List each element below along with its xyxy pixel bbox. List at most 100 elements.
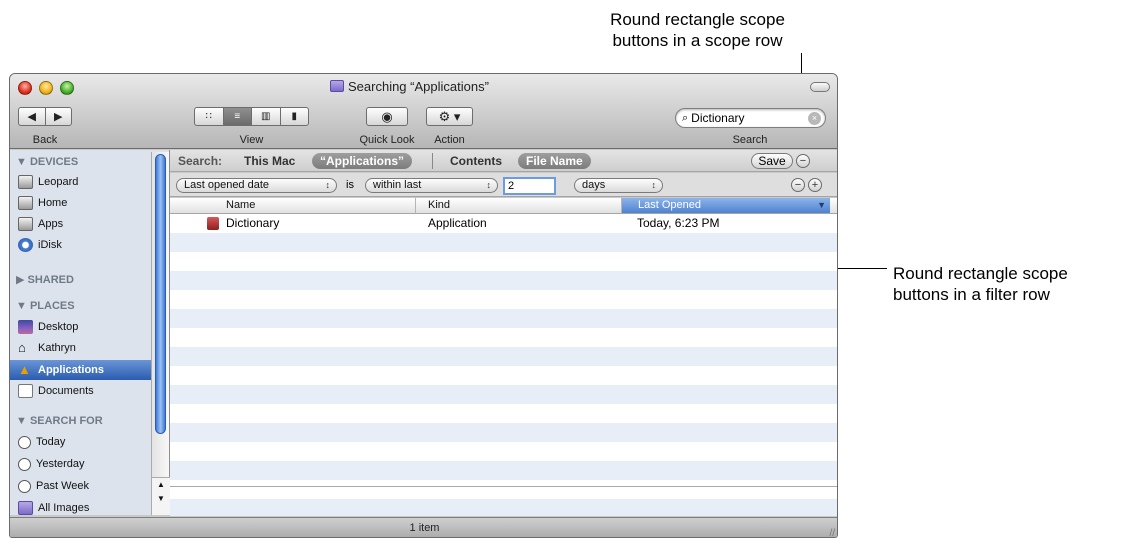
clock-icon — [18, 435, 31, 449]
back-button[interactable]: ◀ — [19, 108, 45, 125]
sidebar-item-applications[interactable]: ▲ Applications — [10, 360, 169, 380]
callout-text: Round rectangle scope — [893, 264, 1068, 283]
list-bottom-divider — [170, 486, 837, 487]
filter-row: Last opened date ↕ is within last ↕ 2 da… — [170, 173, 837, 197]
home-icon: ⌂ — [18, 340, 26, 355]
popup-arrows-icon: ↕ — [651, 180, 657, 190]
unit-value: days — [582, 179, 606, 191]
hard-disk-icon — [18, 217, 33, 231]
search-icon: ⌕ — [682, 111, 689, 124]
scroll-thumb[interactable] — [155, 154, 166, 434]
forward-button[interactable]: ▶ — [44, 108, 72, 125]
column-last-opened[interactable]: Last Opened ▼ — [622, 198, 830, 213]
sidebar-item-apps[interactable]: Apps — [18, 214, 163, 234]
column-divider — [415, 198, 416, 213]
idisk-icon — [18, 238, 33, 252]
sidebar-item-label: Kathryn — [38, 342, 76, 354]
scope-search-label: Search: — [178, 154, 223, 168]
status-bar: 1 item // — [10, 517, 837, 537]
sidebar-item-label: iDisk — [38, 239, 62, 251]
remove-scope-button[interactable]: − — [796, 154, 810, 168]
sidebar-item-label: All Images — [38, 502, 90, 514]
callout-text: Round rectangle scope — [610, 10, 785, 29]
scope-divider — [432, 153, 433, 169]
sidebar-header-shared[interactable]: ▶ SHARED — [16, 273, 74, 286]
scroll-up-arrow[interactable]: ▲ — [152, 478, 170, 492]
cell-kind: Application — [428, 216, 487, 230]
sidebar-header-places[interactable]: ▼ PLACES — [16, 300, 75, 312]
clock-icon — [18, 479, 31, 493]
finder-window: Searching “Applications” ◀ ▶ Back ∷ ≡ ▥ … — [9, 73, 838, 538]
minimize-button[interactable] — [39, 81, 53, 95]
sidebar-item-yesterday[interactable]: Yesterday — [18, 454, 163, 474]
remove-filter-button[interactable]: − — [791, 178, 805, 192]
item-count: 1 item — [409, 522, 440, 534]
column-last-opened-label: Last Opened — [638, 199, 701, 211]
zoom-button[interactable] — [60, 81, 74, 95]
scope-row: Search: This Mac “Applications” Contents… — [170, 150, 837, 172]
clock-icon — [18, 457, 31, 471]
coverflow-view-button[interactable]: ▮ — [279, 108, 309, 125]
table-row[interactable]: Dictionary Application Today, 6:23 PM — [170, 214, 837, 233]
sidebar-item-kathryn[interactable]: ⌂ Kathryn — [18, 338, 163, 358]
attribute-popup[interactable]: Last opened date ↕ — [176, 178, 337, 193]
sidebar-item-label: Apps — [38, 218, 64, 230]
scope-contents-button[interactable]: Contents — [450, 154, 502, 168]
column-name[interactable]: Name — [226, 198, 255, 213]
close-button[interactable] — [18, 81, 32, 95]
sidebar-scrollbar[interactable]: ▲ ▼ — [151, 152, 170, 515]
save-search-button[interactable]: Save — [751, 153, 793, 169]
sidebar: ▼ DEVICES Leopard Home Apps iDisk ▶ SHAR… — [10, 150, 170, 515]
icon-view-button[interactable]: ∷ — [195, 108, 223, 125]
scroll-down-arrow[interactable]: ▼ — [152, 492, 170, 506]
unit-popup[interactable]: days ↕ — [574, 178, 663, 193]
view-control: ∷ ≡ ▥ ▮ — [194, 107, 309, 126]
sidebar-item-leopard[interactable]: Leopard — [18, 172, 163, 192]
image-folder-icon — [18, 501, 33, 515]
action-label: Action — [434, 134, 465, 146]
sidebar-item-past-week[interactable]: Past Week — [18, 476, 163, 496]
results-list: Dictionary Application Today, 6:23 PM — [170, 214, 837, 516]
dictionary-app-icon — [207, 217, 219, 230]
cell-name: Dictionary — [226, 216, 280, 230]
filter-value-input[interactable]: 2 — [503, 177, 556, 195]
clear-search-icon[interactable]: × — [808, 112, 821, 125]
sidebar-item-desktop[interactable]: Desktop — [18, 317, 163, 337]
search-value: Dictionary — [691, 111, 745, 125]
scroll-arrows: ▲ ▼ — [152, 477, 170, 515]
sidebar-header-devices[interactable]: ▼ DEVICES — [16, 156, 78, 168]
applications-icon: ▲ — [18, 362, 31, 377]
desktop-icon — [18, 320, 33, 334]
document-icon — [18, 384, 33, 398]
sidebar-item-idisk[interactable]: iDisk — [18, 235, 163, 255]
resize-grip-icon[interactable]: // — [829, 524, 835, 537]
sidebar-item-label: Home — [38, 197, 68, 209]
window-title: Searching “Applications” — [330, 78, 489, 94]
operator-popup[interactable]: within last ↕ — [365, 178, 498, 193]
sidebar-item-home[interactable]: Home — [18, 193, 163, 213]
search-label: Search — [732, 134, 768, 146]
sidebar-item-label: Applications — [38, 364, 105, 376]
sidebar-item-today[interactable]: Today — [18, 432, 163, 452]
scope-applications-button[interactable]: “Applications” — [312, 153, 413, 169]
gear-icon: ⚙ ▾ — [438, 108, 461, 124]
action-button[interactable]: ⚙ ▾ — [426, 107, 473, 126]
popup-arrows-icon: ↕ — [325, 180, 331, 190]
list-view-button[interactable]: ≡ — [222, 108, 251, 125]
scope-file-name-button[interactable]: File Name — [518, 153, 591, 169]
sidebar-item-documents[interactable]: Documents — [18, 381, 163, 401]
sidebar-item-label: Leopard — [38, 176, 79, 188]
back-forward-control: ◀ ▶ — [18, 107, 72, 126]
column-view-button[interactable]: ▥ — [251, 108, 280, 125]
scope-this-mac-button[interactable]: This Mac — [244, 154, 295, 168]
sidebar-item-label: Documents — [38, 385, 94, 397]
sidebar-header-search-for[interactable]: ▼ SEARCH FOR — [16, 415, 103, 427]
sidebar-item-all-images[interactable]: All Images — [18, 498, 163, 515]
toolbar-toggle-button[interactable] — [810, 82, 830, 92]
quick-look-button[interactable]: ◉ — [366, 107, 408, 126]
add-filter-button[interactable]: + — [808, 178, 822, 192]
search-input[interactable]: ⌕ Dictionary × — [675, 108, 826, 128]
eye-icon: ◉ — [381, 108, 393, 124]
back-label: Back — [32, 134, 58, 146]
column-kind[interactable]: Kind — [428, 198, 450, 213]
